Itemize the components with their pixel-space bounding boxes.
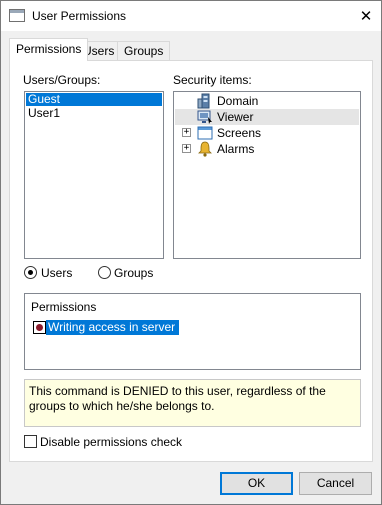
- permission-info-box: This command is DENIED to this user, reg…: [24, 379, 361, 427]
- users-radio-label: Users: [41, 266, 73, 280]
- permissions-box: Permissions Writing access in server: [24, 293, 361, 370]
- window-title: User Permissions: [32, 9, 127, 23]
- users-groups-listbox[interactable]: Guest User1: [24, 91, 164, 259]
- groups-radio-label: Groups: [114, 266, 154, 280]
- security-items-label: Security items:: [173, 73, 252, 87]
- expand-screens-icon[interactable]: +: [182, 128, 191, 137]
- denied-state-icon[interactable]: [32, 320, 47, 335]
- screens-icon: [197, 126, 213, 140]
- tree-item-label: Domain: [217, 94, 259, 108]
- tree-item-alarms[interactable]: + Alarms: [175, 141, 359, 157]
- permissions-label: Permissions: [31, 300, 97, 314]
- alarms-icon: [198, 141, 212, 157]
- viewer-icon: [197, 110, 212, 124]
- user-permissions-dialog: User Permissions ✕ Permissions Users Gro…: [0, 0, 382, 505]
- window-icon: [9, 9, 25, 22]
- title-bar: User Permissions ✕: [1, 1, 381, 31]
- users-radio[interactable]: [24, 266, 37, 279]
- tree-item-screens[interactable]: + Screens: [175, 125, 359, 141]
- tree-item-label: Viewer: [217, 110, 254, 124]
- groups-radio[interactable]: [98, 266, 111, 279]
- tree-item-label: Alarms: [217, 142, 255, 156]
- expand-alarms-icon[interactable]: +: [182, 144, 191, 153]
- security-items-tree[interactable]: Domain Viewer + Screens + Alarms: [173, 91, 361, 259]
- tab-permissions[interactable]: Permissions: [9, 38, 89, 61]
- ok-button[interactable]: OK: [220, 472, 293, 495]
- permissions-tab-panel: Users/Groups: Guest User1 Security items…: [9, 60, 373, 462]
- cancel-button[interactable]: Cancel: [299, 472, 372, 495]
- tab-groups[interactable]: Groups: [117, 41, 171, 60]
- list-item-user1[interactable]: User1: [26, 107, 162, 120]
- tree-item-label: Screens: [217, 126, 262, 140]
- disable-permissions-checkbox[interactable]: [24, 435, 37, 448]
- users-groups-label: Users/Groups:: [23, 73, 101, 87]
- tree-item-domain[interactable]: Domain: [175, 93, 359, 109]
- close-icon[interactable]: ✕: [351, 1, 381, 31]
- tree-item-viewer[interactable]: Viewer: [175, 109, 359, 125]
- disable-permissions-label: Disable permissions check: [40, 435, 183, 449]
- permission-item-writing-access[interactable]: Writing access in server: [46, 320, 180, 335]
- domain-icon: [197, 93, 210, 109]
- list-item-guest[interactable]: Guest: [26, 93, 162, 106]
